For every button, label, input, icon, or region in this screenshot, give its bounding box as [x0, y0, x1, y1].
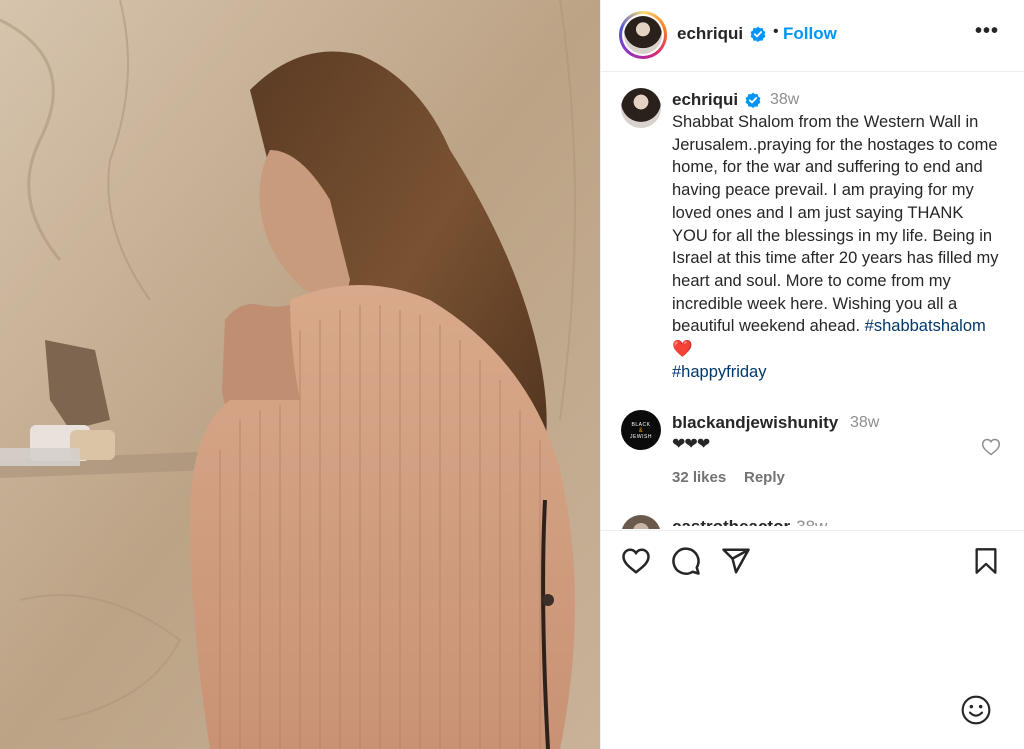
hashtag-link[interactable]: #happyfriday	[672, 363, 766, 381]
comment-row-clipped: castrotheactor 38w	[672, 515, 872, 526]
caption-body: Shabbat Shalom from the Western Wall in …	[672, 113, 999, 336]
follow-button[interactable]: Follow	[783, 24, 837, 44]
comment-username[interactable]: blackandjewishunity	[672, 413, 838, 433]
caption-username[interactable]: echriqui	[672, 90, 738, 110]
caption-text: Shabbat Shalom from the Western Wall in …	[672, 111, 1002, 383]
verified-badge-icon	[745, 92, 761, 108]
comment-avatar[interactable]	[621, 515, 661, 529]
comment-text: ❤❤❤	[672, 436, 710, 453]
action-bar	[601, 530, 1024, 590]
post-header: echriqui • Follow •••	[601, 0, 1024, 72]
comment-timestamp: 38w	[850, 414, 880, 431]
caption-avatar[interactable]	[621, 88, 661, 128]
avatar-text: JEWISH	[630, 434, 652, 440]
comment-timestamp: 38w	[796, 517, 827, 526]
smiley-icon[interactable]	[960, 694, 992, 726]
story-ring-avatar[interactable]	[619, 11, 667, 59]
bookmark-icon[interactable]	[972, 546, 1000, 576]
reply-button[interactable]: Reply	[744, 469, 785, 486]
comment-likes-count[interactable]: 32 likes	[672, 469, 726, 486]
paper-plane-icon[interactable]	[721, 546, 751, 576]
more-options-button[interactable]: •••	[975, 20, 999, 43]
post-photo	[0, 0, 600, 749]
heart-icon[interactable]	[621, 546, 651, 576]
header-username[interactable]: echriqui	[677, 24, 743, 44]
comment-username[interactable]: castrotheactor	[672, 517, 790, 526]
photo-illustration	[0, 0, 600, 749]
heart-icon[interactable]	[981, 437, 1001, 457]
hashtag-link[interactable]: #shabbatshalom	[865, 317, 986, 335]
post-detail-panel: echriqui • Follow ••• echriqui 38w Shabb…	[600, 0, 1024, 749]
caption-timestamp: 38w	[770, 91, 800, 108]
verified-badge-icon	[750, 26, 766, 42]
comment-avatar[interactable]: BLACK & JEWISH	[621, 410, 661, 450]
heart-emoji: ❤️	[672, 340, 693, 359]
avatar	[624, 16, 662, 54]
separator-dot: •	[773, 23, 779, 40]
comment-icon[interactable]	[671, 546, 701, 576]
